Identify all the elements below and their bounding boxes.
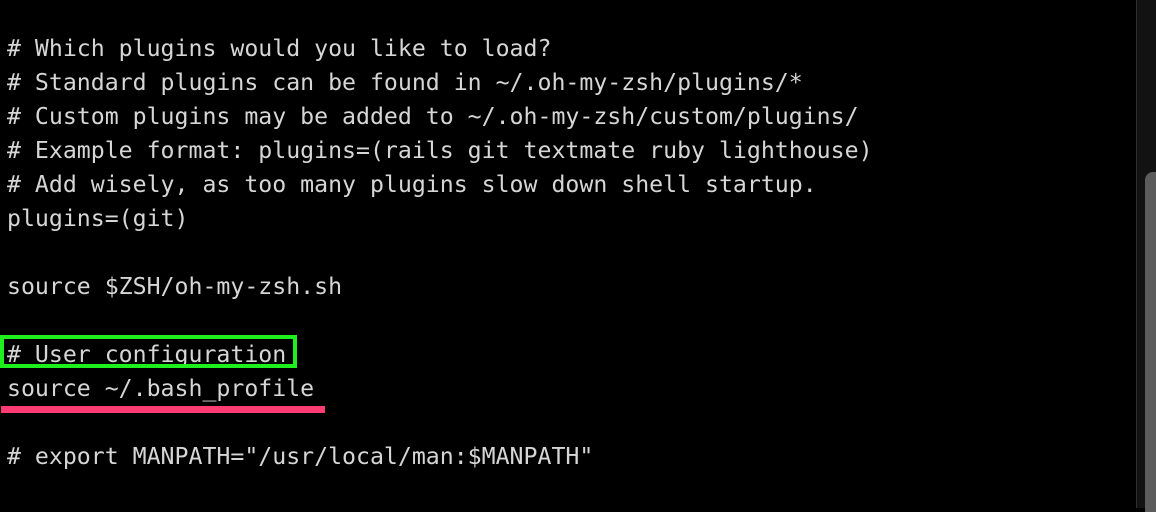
code-line: source $ZSH/oh-my-zsh.sh (7, 273, 343, 300)
code-line: # export MANPATH="/usr/local/man:$MANPAT… (7, 443, 594, 470)
terminal-editor[interactable]: # Which plugins would you like to load? … (0, 0, 1136, 508)
code-line-source-bash-profile: source ~/.bash_profile (7, 375, 315, 402)
code-line: # Custom plugins may be added to ~/.oh-m… (7, 103, 859, 130)
code-line: plugins=(git) (7, 205, 189, 232)
code-line: # Add wisely, as too many plugins slow d… (7, 171, 817, 198)
code-line: # Which plugins would you like to load? (7, 35, 552, 62)
vertical-scrollbar[interactable] (1136, 0, 1156, 512)
green-highlight-box (0, 335, 297, 368)
scrollbar-thumb[interactable] (1145, 172, 1156, 512)
code-line: # Example format: plugins=(rails git tex… (7, 137, 873, 164)
pink-underline-annotation (1, 406, 325, 413)
code-line: # Standard plugins can be found in ~/.oh… (7, 69, 803, 96)
